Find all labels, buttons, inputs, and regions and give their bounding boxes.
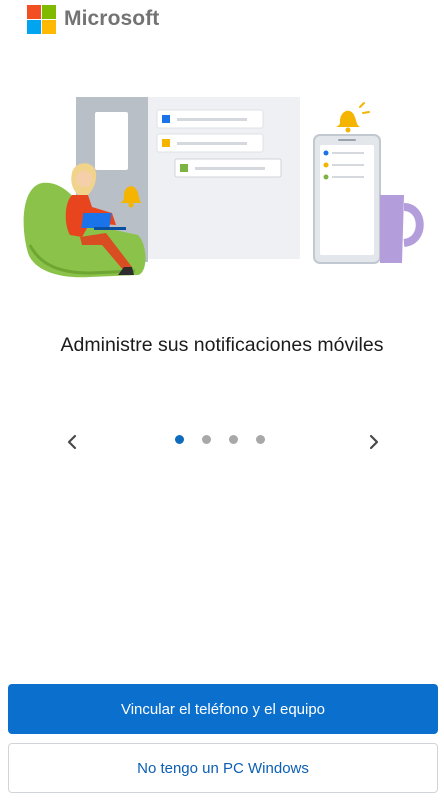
page-dot-1[interactable] xyxy=(175,435,184,444)
chevron-right-icon xyxy=(369,434,379,450)
link-phone-and-pc-button[interactable]: Vincular el teléfono y el equipo xyxy=(8,684,438,734)
onboarding-illustration xyxy=(23,97,424,278)
page-dot-3[interactable] xyxy=(229,435,238,444)
brand-name: Microsoft xyxy=(64,7,160,30)
pc-window-tile xyxy=(95,112,128,170)
laptop xyxy=(81,213,112,228)
brand-header: Microsoft xyxy=(27,4,159,34)
previous-page-button[interactable] xyxy=(60,428,84,456)
onboarding-pager xyxy=(0,420,444,465)
onboarding-headline: Administre sus notificaciones móviles xyxy=(60,334,384,356)
chevron-left-icon xyxy=(67,434,77,450)
page-indicator xyxy=(175,435,265,444)
mug xyxy=(380,195,404,263)
microsoft-logo-icon xyxy=(27,4,56,34)
page-dot-2[interactable] xyxy=(202,435,211,444)
next-page-button[interactable] xyxy=(362,428,386,456)
page-dot-4[interactable] xyxy=(256,435,265,444)
no-windows-pc-button[interactable]: No tengo un PC Windows xyxy=(8,743,438,793)
phone-bell-icon xyxy=(336,110,360,127)
